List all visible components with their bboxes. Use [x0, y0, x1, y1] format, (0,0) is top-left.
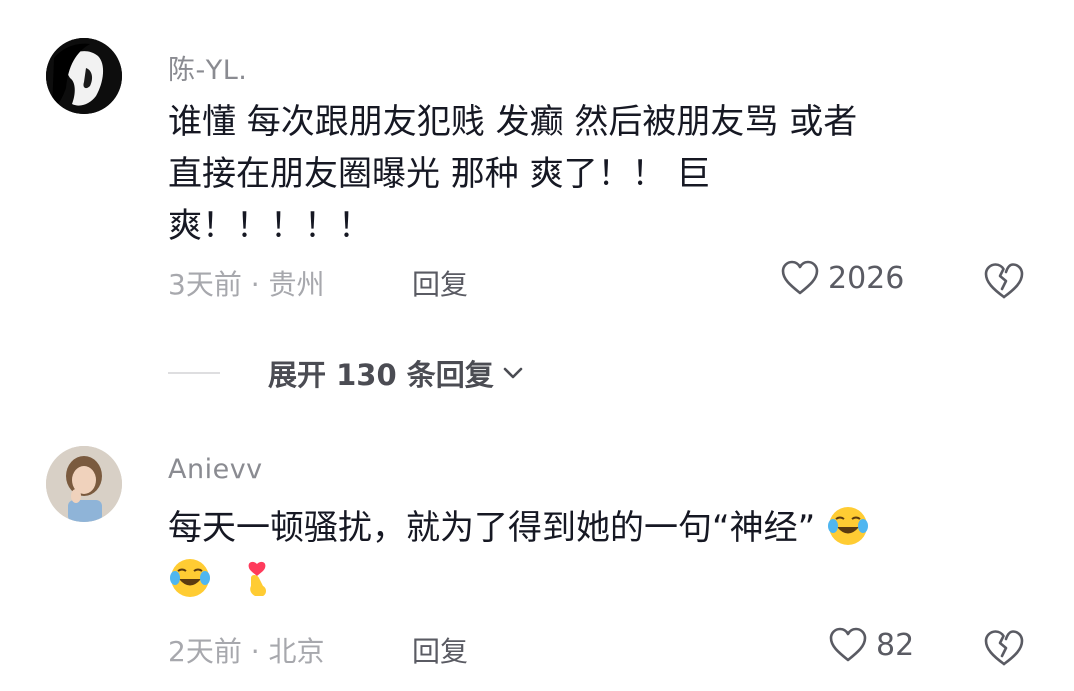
like-count: 2026: [828, 260, 905, 296]
broken-heart-icon: [984, 630, 1024, 666]
avatar[interactable]: [46, 446, 122, 522]
heart-icon: [781, 260, 819, 295]
avatar-image: [46, 446, 122, 522]
expand-replies-button[interactable]: 展开 130 条回复: [168, 352, 526, 394]
avatar[interactable]: [46, 38, 122, 114]
finger-heart-emoji-icon: [248, 561, 266, 596]
username[interactable]: 陈-YL.: [168, 48, 247, 87]
like-count: 82: [876, 627, 915, 663]
dislike-button[interactable]: [982, 628, 1026, 672]
comment-text-content: 每天一顿骚扰，就为了得到她的一句“神经”: [168, 508, 816, 548]
divider: [168, 372, 220, 374]
avatar-image: [46, 38, 122, 114]
comment-text-line: 直接在朋友圈曝光 那种 爽了！！ 巨: [168, 154, 711, 194]
username[interactable]: Anievv: [168, 454, 263, 485]
laugh-cry-emoji-icon: [828, 506, 869, 545]
comment-item: Anievv 每天一顿骚扰，就为了得到她的一句“神经” 2天前 · 北京 回复 …: [0, 430, 1074, 691]
comment-time-location: 2天前 · 北京: [168, 635, 325, 668]
heart-icon: [829, 627, 867, 662]
comment-text-line: 每天一顿骚扰，就为了得到她的一句“神经”: [168, 502, 1008, 554]
like-button[interactable]: 82: [828, 626, 914, 664]
like-button[interactable]: 2026: [780, 259, 904, 297]
comment-time-location: 3天前 · 贵州: [168, 268, 325, 301]
broken-heart-icon: [984, 263, 1024, 299]
comment-text-line: 谁懂 每次跟朋友犯贱 发癫 然后被朋友骂 或者: [168, 102, 858, 142]
chevron-down-icon: [503, 367, 523, 379]
comment-text-line: 爽！！！！！: [168, 206, 372, 246]
comment-text: 每天一顿骚扰，就为了得到她的一句“神经”: [168, 502, 1008, 606]
dislike-button[interactable]: [982, 261, 1026, 305]
comment-item: 陈-YL. 谁懂 每次跟朋友犯贱 发癫 然后被朋友骂 或者 直接在朋友圈曝光 那…: [0, 0, 1074, 340]
comment-text-line: [168, 554, 1008, 606]
reply-button[interactable]: 回复: [412, 263, 468, 303]
laugh-cry-emoji-icon: [170, 558, 210, 597]
reply-button[interactable]: 回复: [412, 630, 468, 670]
comment-text: 谁懂 每次跟朋友犯贱 发癫 然后被朋友骂 或者 直接在朋友圈曝光 那种 爽了！！…: [168, 96, 1008, 252]
expand-replies-label: 展开 130 条回复: [268, 358, 494, 392]
